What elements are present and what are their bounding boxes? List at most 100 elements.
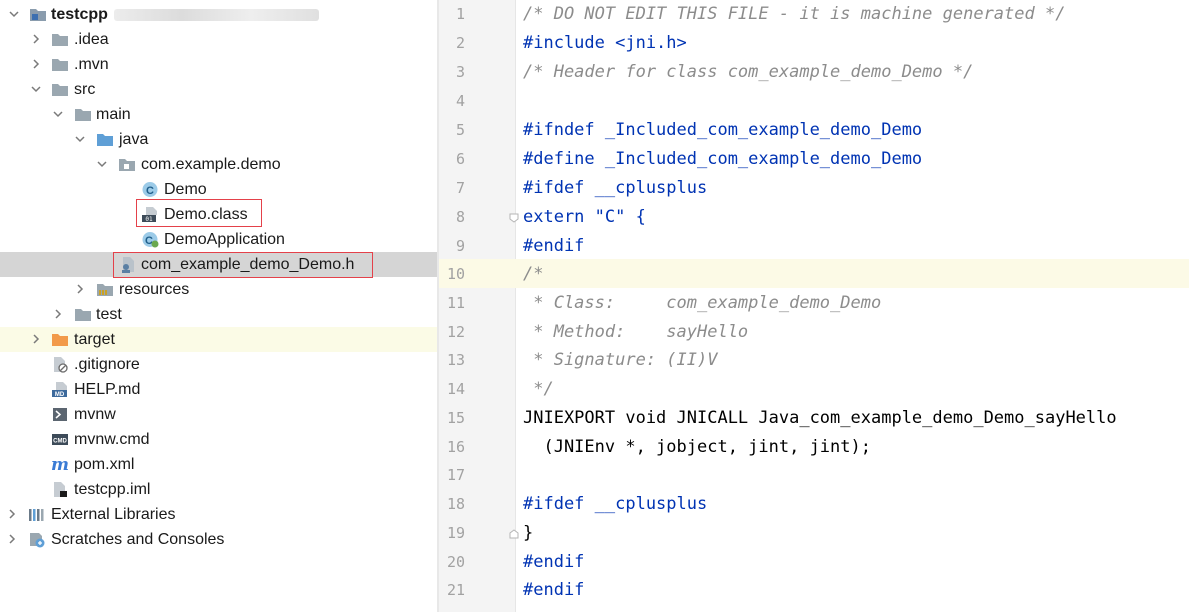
line-number: 9	[455, 237, 465, 255]
tree-item-target[interactable]: target	[0, 327, 437, 352]
code-line: * Signature: (II)V	[523, 350, 718, 370]
svg-text:m: m	[51, 456, 69, 473]
tree-item-mvn[interactable]: .mvn	[0, 52, 437, 77]
line-number: 11	[446, 294, 465, 312]
line-number: 5	[455, 121, 465, 139]
tree-item-pom-xml[interactable]: m pom.xml	[0, 452, 437, 477]
line-number: 12	[446, 323, 465, 341]
tree-item-idea[interactable]: .idea	[0, 27, 437, 52]
tree-item-java[interactable]: java	[0, 127, 437, 152]
line-number: 20	[446, 553, 465, 571]
tree-item-resources[interactable]: resources	[0, 277, 437, 302]
code-line: #endif	[523, 236, 585, 256]
tree-item-src[interactable]: src	[0, 77, 437, 102]
code-line: #include <jni.h>	[523, 33, 687, 53]
code-line: #ifdef __cplusplus	[523, 494, 708, 514]
line-number: 21	[446, 581, 465, 599]
chevron-down-icon[interactable]	[74, 133, 86, 145]
tree-item-label: HELP.md	[74, 381, 141, 398]
line-number: 18	[446, 495, 465, 513]
line-number: 13	[446, 351, 465, 369]
chevron-down-icon[interactable]	[30, 83, 42, 95]
tree-item-mvnw-cmd[interactable]: CMD mvnw.cmd	[0, 427, 437, 452]
tree-item-label: Scratches and Consoles	[51, 531, 225, 548]
line-number: 6	[455, 150, 465, 168]
folder-icon	[74, 106, 92, 123]
tree-item-demo-application[interactable]: C DemoApplication	[0, 227, 437, 252]
fold-marker-icon[interactable]	[509, 210, 519, 223]
line-number: 3	[455, 63, 465, 81]
tree-item-main[interactable]: main	[0, 102, 437, 127]
code-line: extern "C" {	[523, 207, 646, 227]
line-number: 2	[455, 34, 465, 52]
tree-item-testcpp[interactable]: testcpp	[0, 2, 437, 27]
chevron-right-icon[interactable]	[74, 283, 86, 295]
code-line: (JNIEnv *, jobject, jint, jint);	[523, 437, 871, 457]
highlight-box-demo-class	[136, 199, 262, 227]
line-number: 1	[455, 5, 465, 23]
tree-item-label: mvnw	[74, 406, 116, 423]
code-line: JNIEXPORT void JNICALL Java_com_example_…	[523, 408, 1117, 428]
chevron-right-icon[interactable]	[30, 33, 42, 45]
chevron-right-icon[interactable]	[30, 333, 42, 345]
chevron-down-icon[interactable]	[52, 108, 64, 120]
libraries-icon	[28, 506, 46, 523]
tree-item-package[interactable]: com.example.demo	[0, 152, 437, 177]
iml-file-icon	[51, 481, 69, 498]
folder-icon	[51, 56, 69, 73]
line-number: 8	[455, 208, 465, 226]
code-line: #ifdef __cplusplus	[523, 178, 708, 198]
tree-item-label: com.example.demo	[141, 156, 281, 173]
spring-class-icon: C	[141, 231, 159, 248]
line-number: 7	[455, 179, 465, 197]
tree-item-mvnw[interactable]: mvnw	[0, 402, 437, 427]
line-number: 4	[455, 92, 465, 110]
line-number: 17	[446, 466, 465, 484]
tree-item-external-libraries[interactable]: External Libraries	[0, 502, 437, 527]
project-tree: testcpp .idea .mvn src main java com.exa…	[0, 0, 437, 612]
chevron-right-icon[interactable]	[6, 533, 18, 545]
tree-item-label: resources	[119, 281, 190, 298]
tree-item-label: pom.xml	[74, 456, 135, 473]
tree-item-test[interactable]: test	[0, 302, 437, 327]
svg-text:C: C	[146, 185, 154, 197]
tree-item-help-md[interactable]: MD HELP.md	[0, 377, 437, 402]
chevron-right-icon[interactable]	[52, 308, 64, 320]
code-line: */	[523, 379, 554, 399]
tree-item-label: .gitignore	[74, 356, 140, 373]
chevron-down-icon[interactable]	[8, 8, 20, 20]
tree-item-label: DemoApplication	[164, 231, 285, 248]
source-folder-icon	[96, 131, 114, 148]
code-line: #define _Included_com_example_demo_Demo	[523, 149, 923, 169]
folder-icon	[51, 31, 69, 48]
chevron-right-icon[interactable]	[30, 58, 42, 70]
code-line: }	[523, 523, 534, 543]
java-class-icon: C	[141, 181, 159, 198]
tree-item-label: External Libraries	[51, 506, 176, 523]
code-line: /* Header for class com_example_demo_Dem…	[523, 62, 974, 82]
tree-item-testcpp-iml[interactable]: testcpp.iml	[0, 477, 437, 502]
tree-item-label: .mvn	[74, 56, 109, 73]
folder-icon	[74, 306, 92, 323]
tree-item-label: testcpp.iml	[74, 481, 151, 498]
fold-marker-icon[interactable]	[509, 526, 519, 539]
tree-item-gitignore[interactable]: .gitignore	[0, 352, 437, 377]
excluded-folder-icon	[51, 331, 69, 348]
tree-item-label: main	[96, 106, 131, 123]
folder-icon	[51, 81, 69, 98]
code-line: /* DO NOT EDIT THIS FILE - it is machine…	[523, 4, 1066, 24]
code-editor[interactable]: 1 2 3 4 5 6 7 8 9 10 11 12 13 14 15 16 1…	[439, 0, 1189, 612]
markdown-file-icon: MD	[51, 381, 69, 398]
code-line: /*	[523, 264, 544, 284]
highlight-box-header-file	[113, 252, 373, 278]
line-number: 16	[446, 438, 465, 456]
code-line: #endif	[523, 580, 585, 600]
tree-item-label: Demo	[164, 181, 207, 198]
chevron-down-icon[interactable]	[96, 158, 108, 170]
chevron-right-icon[interactable]	[6, 508, 18, 520]
tree-item-scratches[interactable]: Scratches and Consoles	[0, 527, 437, 552]
tree-item-label: java	[119, 131, 149, 148]
resources-folder-icon	[96, 281, 114, 298]
line-number: 10	[446, 265, 465, 283]
redacted-path	[114, 9, 319, 21]
